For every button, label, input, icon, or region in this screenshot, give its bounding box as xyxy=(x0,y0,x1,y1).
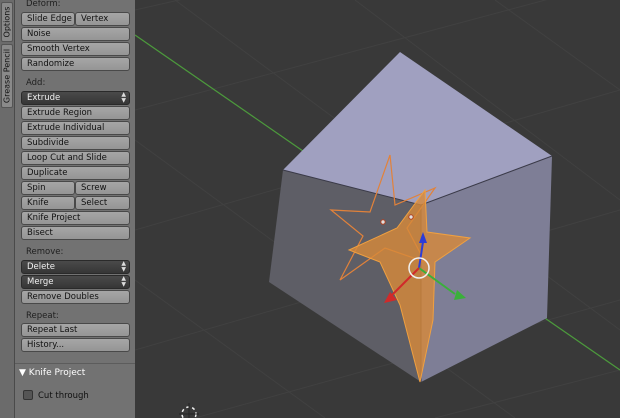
loop-cut-button[interactable]: Loop Cut and Slide xyxy=(21,151,130,165)
operator-panel-title[interactable]: ▼ Knife Project xyxy=(19,368,85,378)
spin-button[interactable]: Spin xyxy=(21,181,75,195)
collapse-triangle-icon: ▼ xyxy=(19,368,26,378)
tab-grease-pencil-label: Grease Pencil xyxy=(2,48,12,104)
subdivide-button[interactable]: Subdivide xyxy=(21,136,130,150)
extrude-individual-button[interactable]: Extrude Individual xyxy=(21,121,130,135)
vertex-button[interactable]: Vertex xyxy=(75,12,130,26)
select-arrows-icon: ▲ ▼ xyxy=(121,260,126,273)
extrude-region-button[interactable]: Extrude Region xyxy=(21,106,130,120)
tab-grease-pencil[interactable]: Grease Pencil xyxy=(1,44,13,108)
slide-edge-button[interactable]: Slide Edge xyxy=(21,12,75,26)
duplicate-button[interactable]: Duplicate xyxy=(21,166,130,180)
cut-through-label: Cut through xyxy=(38,391,89,401)
vertex-dot xyxy=(380,219,386,225)
panel-divider xyxy=(15,363,135,364)
repeat-header: Repeat: xyxy=(26,311,59,321)
knife-project-button[interactable]: Knife Project xyxy=(21,211,130,225)
add-header: Add: xyxy=(26,78,46,88)
toolshelf-tabs: Options Grease Pencil xyxy=(0,0,15,418)
tab-options[interactable]: Options xyxy=(1,2,13,42)
history-button[interactable]: History... xyxy=(21,338,130,352)
knife-button[interactable]: Knife xyxy=(21,196,75,210)
vertex-dot xyxy=(408,214,414,220)
screw-button[interactable]: Screw xyxy=(75,181,130,195)
noise-button[interactable]: Noise xyxy=(21,27,130,41)
delete-select-value: Delete xyxy=(27,262,55,272)
extrude-select[interactable]: Extrude ▲ ▼ xyxy=(21,91,130,105)
merge-select[interactable]: Merge ▲ ▼ xyxy=(21,275,130,289)
toolshelf-panel: Deform: Slide Edge Vertex Noise Smooth V… xyxy=(15,0,135,418)
repeat-last-button[interactable]: Repeat Last xyxy=(21,323,130,337)
select-button[interactable]: Select xyxy=(75,196,130,210)
smooth-vertex-button[interactable]: Smooth Vertex xyxy=(21,42,130,56)
randomize-button[interactable]: Randomize xyxy=(21,57,130,71)
remove-doubles-button[interactable]: Remove Doubles xyxy=(21,290,130,304)
select-arrows-icon: ▲ ▼ xyxy=(121,91,126,104)
3d-viewport[interactable] xyxy=(135,0,620,418)
select-arrows-icon: ▲ ▼ xyxy=(121,275,126,288)
deform-header: Deform: xyxy=(26,0,61,9)
extrude-select-value: Extrude xyxy=(27,93,61,103)
cut-through-checkbox[interactable] xyxy=(23,390,33,400)
3d-cursor-icon[interactable] xyxy=(179,403,199,418)
bisect-button[interactable]: Bisect xyxy=(21,226,130,240)
tab-options-label: Options xyxy=(2,6,12,38)
delete-select[interactable]: Delete ▲ ▼ xyxy=(21,260,130,274)
operator-panel-label: Knife Project xyxy=(28,368,86,378)
merge-select-value: Merge xyxy=(27,277,54,287)
remove-header: Remove: xyxy=(26,247,64,257)
